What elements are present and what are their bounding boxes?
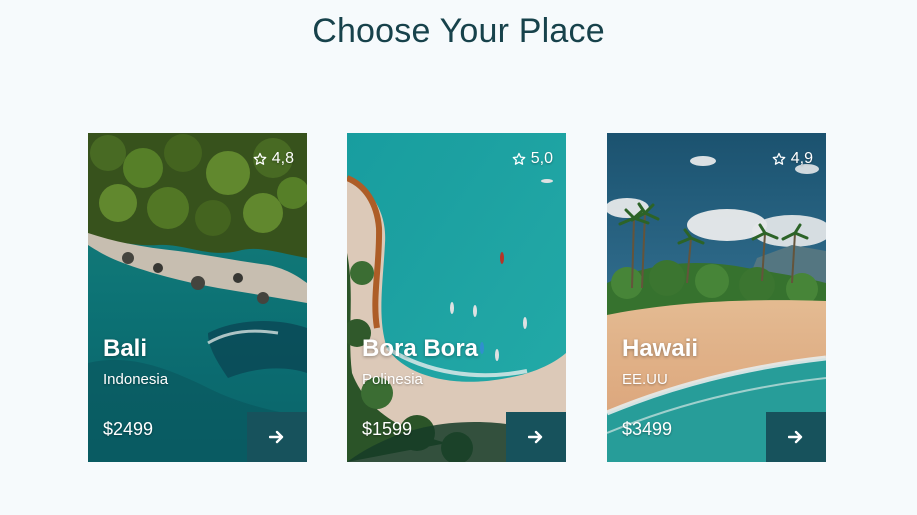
rating-value: 4,9 <box>790 150 813 167</box>
arrow-right-icon <box>269 430 284 444</box>
page: Choose Your Place 4,8 Bali Indonesia $24… <box>0 0 917 515</box>
page-title: Choose Your Place <box>312 12 605 50</box>
rating-badge: 4,9 <box>772 150 813 168</box>
arrow-right-icon <box>788 430 803 444</box>
destination-card-bora-bora[interactable]: 5,0 Bora Bora Polinesia $1599 <box>347 133 566 462</box>
destination-location: EE.UU <box>622 371 668 388</box>
destination-price: $1599 <box>362 419 413 439</box>
destination-card-bali[interactable]: 4,8 Bali Indonesia $2499 <box>88 133 307 462</box>
view-destination-button[interactable] <box>506 412 566 462</box>
arrow-right-icon <box>528 430 543 444</box>
rating-badge: 4,8 <box>253 150 294 168</box>
star-outline-icon <box>253 152 267 165</box>
destination-name: Bali <box>103 335 148 362</box>
rating-value: 5,0 <box>530 150 553 167</box>
destination-card-hawaii[interactable]: 4,9 Hawaii EE.UU $3499 <box>607 133 826 462</box>
rating-badge: 5,0 <box>512 150 553 168</box>
view-destination-button[interactable] <box>247 412 307 462</box>
destination-price: $2499 <box>103 419 154 439</box>
star-outline-icon <box>512 152 526 165</box>
star-outline-icon <box>772 152 786 165</box>
destination-price: $3499 <box>622 419 673 439</box>
destination-location: Polinesia <box>362 371 423 388</box>
destination-name: Bora Bora <box>362 335 479 362</box>
view-destination-button[interactable] <box>766 412 826 462</box>
destination-location: Indonesia <box>103 371 169 388</box>
rating-value: 4,8 <box>271 150 294 167</box>
destination-name: Hawaii <box>622 335 699 362</box>
